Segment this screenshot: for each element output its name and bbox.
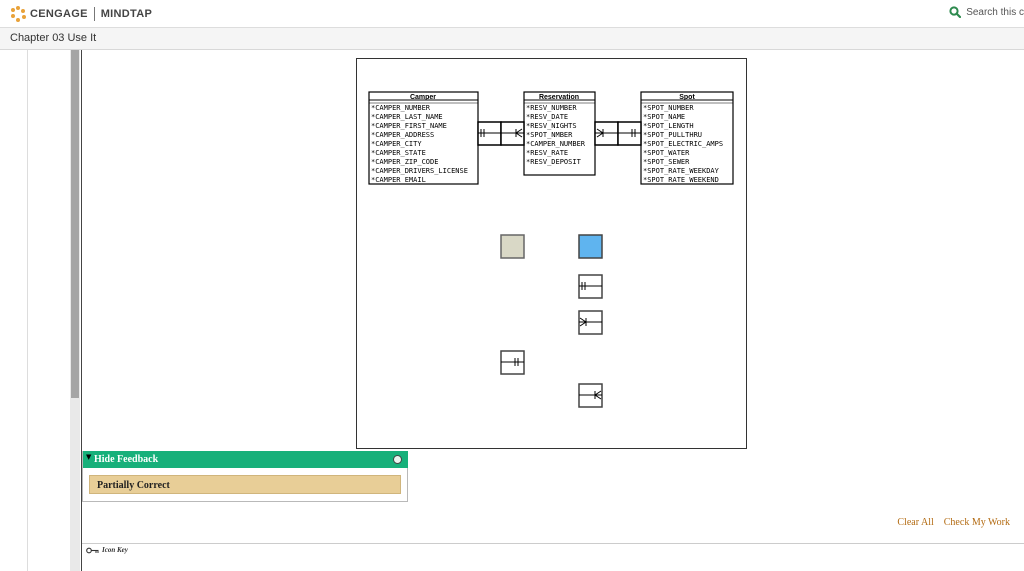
erd-diagram: Camper *CAMPER_NUMBER *CAMPER_LAST_NAME …	[368, 91, 734, 408]
gray-swatch[interactable]	[500, 234, 525, 259]
entity-field: *CAMPER_FIRST_NAME	[371, 122, 447, 130]
entity-field: *SPOT_LENGTH	[643, 122, 694, 130]
entity-field: *SPOT_NUMBER	[643, 104, 694, 112]
entity-field: *CAMPER_LAST_NAME	[371, 113, 443, 121]
entity-reservation[interactable]: Reservation *RESV_NUMBER *RESV_DATE *RES…	[523, 91, 596, 176]
feedback-panel: ▼ Hide Feedback Partially Correct	[82, 451, 408, 502]
action-links: Clear All Check My Work	[897, 517, 1010, 528]
one-mandatory-connector[interactable]	[578, 274, 603, 299]
entity-title: Reservation	[539, 94, 579, 101]
entity-field: *SPOT_PULLTHRU	[643, 131, 702, 139]
cengage-logo[interactable]: CENGAGE MINDTAP	[10, 6, 152, 22]
entity-camper[interactable]: Camper *CAMPER_NUMBER *CAMPER_LAST_NAME …	[368, 91, 479, 185]
entity-field: *SPOT_ELECTRIC_AMPS	[643, 140, 723, 148]
hide-feedback-toggle[interactable]: Hide Feedback	[94, 454, 158, 465]
cengage-logo-icon	[10, 6, 26, 22]
reservation-spot-relationship[interactable]	[594, 121, 642, 146]
camper-reservation-relationship[interactable]	[477, 121, 525, 146]
clear-all-link[interactable]: Clear All	[897, 517, 933, 528]
chapter-bar: Chapter 03 Use It	[0, 28, 1024, 50]
entity-field: *SPOT_RATE_WEEKDAY	[643, 167, 720, 175]
brand-name: CENGAGE	[30, 8, 88, 20]
brand-divider	[93, 7, 95, 21]
many-right-connector[interactable]	[578, 383, 603, 408]
top-header: CENGAGE MINDTAP Search this c	[0, 0, 1024, 28]
page-title: Chapter 03 Use It	[10, 32, 97, 44]
entity-field: *RESV_DEPOSIT	[526, 158, 582, 166]
collapse-triangle-icon[interactable]: ▼	[86, 453, 91, 461]
check-my-work-link[interactable]: Check My Work	[944, 517, 1010, 528]
one-mandatory-left-connector[interactable]	[500, 350, 525, 375]
icon-key[interactable]: Icon Key	[86, 546, 128, 554]
entity-field: *SPOT_WATER	[643, 149, 690, 157]
left-rail-divider	[27, 50, 28, 571]
entity-field: *CAMPER_NUMBER	[526, 140, 586, 148]
entity-field: *CAMPER_ADDRESS	[371, 131, 434, 139]
entity-field: *CAMPER_ZIP_CODE	[371, 158, 438, 166]
entity-field: *SPOT_SEWER	[643, 158, 690, 166]
search-icon[interactable]	[949, 6, 962, 18]
many-connector[interactable]	[578, 310, 603, 335]
entity-title: Camper	[410, 94, 436, 101]
feedback-result-text: Partially Correct	[97, 480, 170, 491]
search-box[interactable]: Search this c	[949, 6, 1024, 18]
entity-field: *SPOT_RATE_WEEKEND	[643, 176, 719, 184]
footer-divider	[82, 543, 1024, 544]
entity-field: *CAMPER_STATE	[371, 149, 426, 157]
entity-field: *CAMPER_EMAIL	[371, 176, 426, 184]
entity-field: *RESV_NUMBER	[526, 104, 577, 112]
entity-field: *RESV_NIGHTS	[526, 122, 577, 130]
entity-field: *SPOT_NMBER	[526, 131, 573, 139]
entity-field: *CAMPER_CITY	[371, 140, 422, 148]
edit-icon[interactable]	[393, 455, 402, 464]
erd-canvas[interactable]: Camper *CAMPER_NUMBER *CAMPER_LAST_NAME …	[356, 58, 747, 449]
entity-spot[interactable]: Spot *SPOT_NUMBER *SPOT_NAME *SPOT_LENGT…	[640, 91, 734, 185]
key-icon	[86, 547, 99, 553]
entity-field: *CAMPER_DRIVERS_LICENSE	[371, 167, 468, 175]
search-input[interactable]: Search this c	[966, 7, 1024, 18]
entity-title: Spot	[679, 94, 695, 101]
entity-field: *SPOT_NAME	[643, 113, 685, 121]
scrollbar-thumb[interactable]	[71, 50, 79, 398]
entity-field: *RESV_RATE	[526, 149, 568, 157]
feedback-result: Partially Correct	[89, 475, 401, 494]
icon-key-label[interactable]: Icon Key	[102, 546, 128, 554]
feedback-header[interactable]: ▼ Hide Feedback	[83, 451, 408, 468]
entity-field: *RESV_DATE	[526, 113, 568, 121]
entity-field: *CAMPER_NUMBER	[371, 104, 431, 112]
product-name: MINDTAP	[100, 8, 153, 20]
blue-swatch[interactable]	[578, 234, 603, 259]
